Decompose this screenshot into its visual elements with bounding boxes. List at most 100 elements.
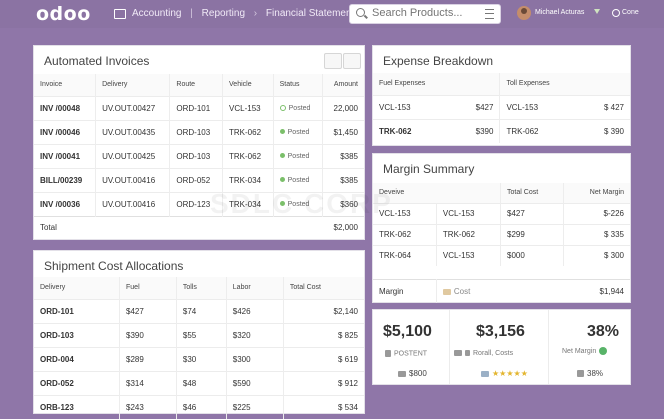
apps-menu-icon[interactable] [114, 9, 126, 19]
filter-menu-icon[interactable] [485, 9, 494, 19]
panel-title: Shipment Cost Allocations [44, 259, 184, 273]
chevron-down-icon[interactable] [594, 9, 600, 14]
col-amount[interactable]: Amount [321, 74, 364, 96]
list-menu-icon[interactable] [343, 53, 361, 69]
table-row[interactable]: VCL-153 $427 VCL-153 $ 427 [373, 95, 630, 119]
tolls: $48 [175, 371, 227, 395]
toll-amount: $ 390 [603, 126, 624, 136]
table-row[interactable]: ORB-123 $243 $46 $225 $ 534 [34, 395, 364, 419]
delivery-ref: UV.OUT.00427 [95, 96, 170, 120]
col-total-cost[interactable]: Total Cost [500, 183, 564, 203]
table-row[interactable]: TRK-064 VCL-153 $000 $ 300 [373, 245, 630, 266]
kpi-card-posted[interactable]: $5,100 POSTENT $800 [373, 310, 450, 384]
col-route[interactable]: Route [169, 74, 223, 96]
col-toll-expenses[interactable]: Toll Expenses [499, 73, 630, 95]
col-delivery[interactable]: Delivery [34, 277, 120, 299]
route: ORD-101 [169, 96, 223, 120]
table-header: Deveive Total Cost Net Margin [373, 183, 630, 203]
col-total-cost[interactable]: Total Cost [282, 277, 364, 299]
status-badge: Posted [272, 96, 323, 120]
table-row[interactable]: TRK-062 $390 TRK-062 $ 390 [373, 119, 630, 143]
invoice-number[interactable]: INV /00036 [34, 192, 96, 216]
col-invoice[interactable]: Invoice [34, 74, 96, 96]
panel-title: Margin Summary [383, 162, 475, 176]
check-circle-icon [599, 347, 608, 355]
total-label: Total [40, 223, 57, 233]
kpi-label: Rorall, Costs [454, 350, 513, 357]
table-row[interactable]: INV /00046 UV.OUT.00435 ORD-103 TRK-062 … [34, 120, 364, 144]
toll-amount: $ 427 [603, 102, 624, 112]
invoice-number[interactable]: BILL/00239 [34, 168, 96, 192]
vehicle: TRK-062 [222, 144, 274, 168]
fuel: $427 [119, 299, 177, 323]
vehicle: TRK-062 [379, 126, 412, 136]
table-row[interactable]: VCL-153 VCL-153 $427 $-226 [373, 203, 630, 224]
delivery[interactable]: ORD-052 [34, 371, 120, 395]
col-fuel-expenses[interactable]: Fuel Expenses [373, 73, 500, 95]
watermark: SDLC CORP [210, 188, 393, 219]
amount: $1,450 [321, 120, 364, 144]
delivery[interactable]: ORD-004 [34, 347, 120, 371]
fuel: $314 [119, 371, 177, 395]
kpi-value: $5,100 [383, 323, 432, 340]
user-name[interactable]: Michael Acturas [535, 9, 584, 16]
invoice-number[interactable]: INV /00048 [34, 96, 96, 120]
odoo-logo[interactable]: odoo [36, 3, 91, 25]
col-delivery[interactable]: Delivery [95, 74, 170, 96]
delivery[interactable]: ORD-103 [34, 323, 120, 347]
kpi-card-margin[interactable]: 38% Net Margin 38% [549, 310, 630, 384]
user-avatar[interactable] [517, 6, 531, 20]
breadcrumb-reporting[interactable]: Reporting [202, 8, 245, 19]
total-cost: $299 [500, 224, 564, 245]
company-name[interactable]: Cone [622, 9, 639, 16]
table-row[interactable]: INV /00048 UV.OUT.00427 ORD-101 VCL-153 … [34, 96, 364, 120]
fuel-amount: $390 [475, 126, 494, 136]
device: TRK-062 [379, 230, 412, 239]
route: ORD-103 [169, 120, 223, 144]
table-row[interactable]: ORD-103 $390 $55 $320 $ 825 [34, 323, 364, 347]
table-row[interactable]: TRK-062 TRK-062 $299 $ 335 [373, 224, 630, 245]
col-tolls[interactable]: Tolls [175, 277, 227, 299]
vehicle: VCL-153 [379, 102, 411, 112]
search-input[interactable] [370, 6, 474, 20]
invoice-number[interactable]: INV /00041 [34, 144, 96, 168]
delivery[interactable]: ORB-123 [34, 395, 120, 419]
fuel: $390 [119, 323, 177, 347]
col-vehicle[interactable] [436, 183, 500, 203]
col-vehicle[interactable]: Vehicle [222, 74, 274, 96]
delivery[interactable]: ORD-101 [34, 299, 120, 323]
col-fuel[interactable]: Fuel [119, 277, 177, 299]
expense-table: Fuel Expenses Toll Expenses VCL-153 $427… [373, 73, 630, 143]
labor: $320 [225, 323, 284, 347]
vehicle: VCL-153 [222, 96, 274, 120]
breadcrumb-accounting[interactable]: Accounting [132, 8, 181, 19]
kpi-card-costs[interactable]: $3,156 Rorall, Costs ★★★★★ [450, 310, 549, 384]
tolls: $74 [175, 299, 227, 323]
margin-footer-row: Margin Cost $1,944 [373, 279, 630, 303]
truck-icon [454, 350, 462, 357]
document-icon [385, 350, 391, 357]
search-icon [356, 8, 365, 17]
fuel-amount: $427 [475, 102, 494, 112]
upload-icon[interactable] [324, 53, 342, 69]
table-row[interactable]: INV /00041 UV.OUT.00425 ORD-103 TRK-062 … [34, 144, 364, 168]
vehicle: TRK-062 [222, 120, 274, 144]
status-dot-icon [279, 177, 285, 183]
table-row[interactable]: ORD-101 $427 $74 $426 $2,140 [34, 299, 364, 323]
vehicle: TRK-062 [435, 224, 501, 245]
thumbs-up-icon [577, 370, 584, 378]
col-labor[interactable]: Labor [225, 277, 284, 299]
table-row[interactable]: ORD-052 $314 $48 $590 $ 912 [34, 371, 364, 395]
kpi-foot: $800 [398, 369, 427, 378]
col-status[interactable]: Status [272, 74, 323, 96]
status-dot-icon [279, 129, 285, 135]
col-net-margin[interactable]: Net Margin [562, 183, 630, 203]
star-rating-icon: ★★★★★ [492, 369, 528, 378]
table-row[interactable]: ORD-004 $289 $30 $300 $ 619 [34, 347, 364, 371]
invoice-number[interactable]: INV /00046 [34, 120, 96, 144]
delivery-ref: UV.OUT.00416 [95, 192, 170, 216]
breadcrumb-financial-statements[interactable]: Financial Statements [266, 8, 359, 19]
vehicle: VCL-153 [435, 203, 501, 224]
search-box[interactable] [349, 4, 501, 24]
margin-total: $1,944 [599, 286, 624, 296]
